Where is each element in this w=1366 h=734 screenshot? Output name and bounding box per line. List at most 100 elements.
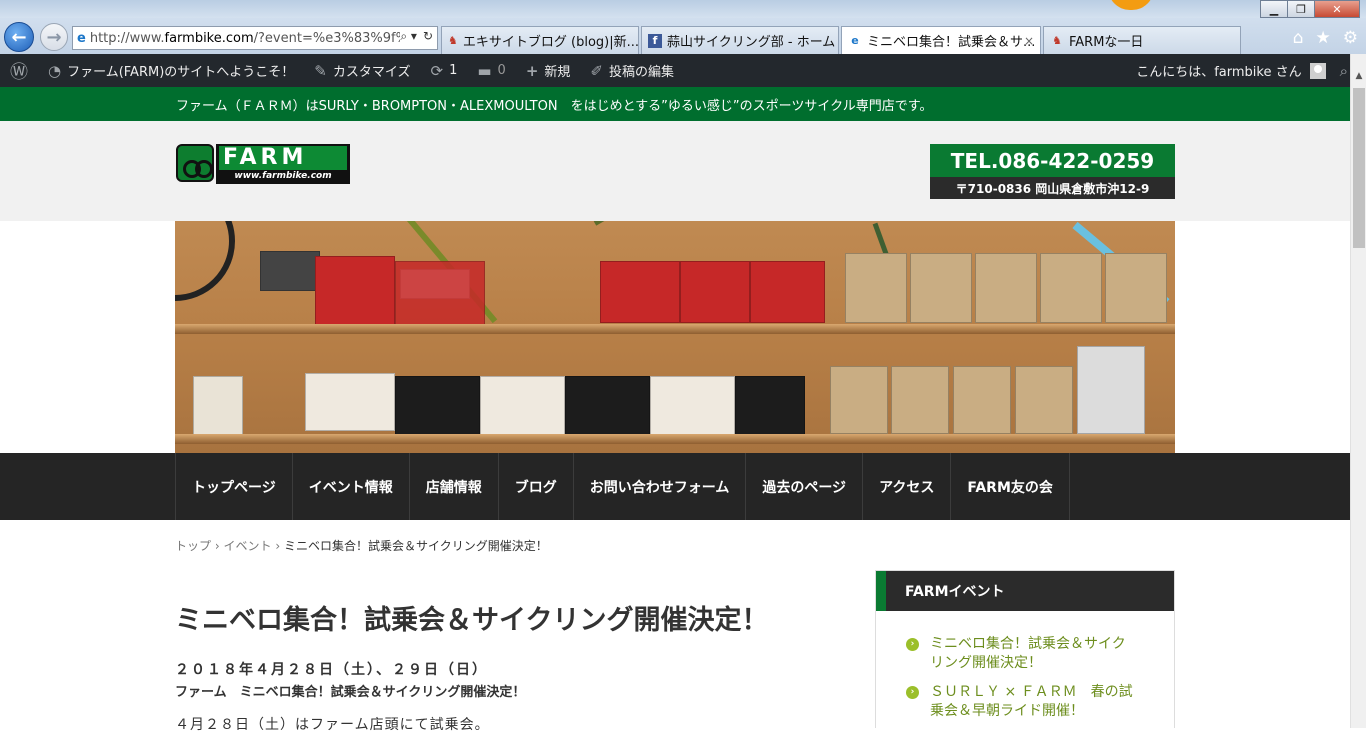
search-dropdown-icon[interactable]: ⌕ ▾ xyxy=(400,29,417,44)
excite-icon: ♞ xyxy=(1052,34,1062,47)
back-arrow-icon: ← xyxy=(11,26,27,48)
tab-label: 蒜山サイクリング部 - ホーム xyxy=(667,35,836,50)
url-path: /?event=%e3%83%9f% xyxy=(253,30,408,46)
greeting-label: こんにちは、farmbike さん xyxy=(1136,65,1302,80)
updates-icon: ⟳ xyxy=(430,61,444,80)
helmet-box-image xyxy=(565,376,650,436)
maximize-button[interactable]: ❐ xyxy=(1287,0,1315,18)
chevron-right-icon: › xyxy=(906,638,919,651)
customize-link[interactable]: ✎ カスタマイズ xyxy=(304,54,420,87)
breadcrumb-separator: › xyxy=(214,539,220,553)
updates-count: 1 xyxy=(449,63,458,78)
tab-current-page[interactable]: e ミニベロ集合！試乗会＆サ... × xyxy=(841,26,1041,54)
browser-chrome: ▁ ❐ ✕ ← → e http://www. farmbike.com/?eve… xyxy=(0,0,1366,54)
breadcrumb-current: ミニベロ集合！試乗会＆サイクリング開催決定！ xyxy=(283,539,548,553)
scroll-thumb[interactable] xyxy=(1353,88,1365,248)
forward-arrow-icon: → xyxy=(46,26,62,48)
contact-box: TEL.086-422-0259 〒710-0836 岡山県倉敷市沖12-9 xyxy=(930,144,1175,199)
favorites-star-icon[interactable]: ★ xyxy=(1316,28,1331,48)
nav-list: トップページ イベント情報 店舗情報 ブログ お問い合わせフォーム 過去のページ… xyxy=(175,453,1070,520)
site-header: FARM www.farmbike.com TEL.086-422-0259 〒… xyxy=(0,121,1350,221)
post-subtitle: ファーム ミニベロ集合！試乗会＆サイクリング開催決定！ xyxy=(175,685,526,700)
post-body-text: ４月２８日（土）はファーム店頭にて試乗会。 xyxy=(175,717,490,733)
url-prefix: http://www. xyxy=(89,30,165,46)
nav-item-events[interactable]: イベント情報 xyxy=(291,453,409,520)
widget-item-label: ミニベロ集合！試乗会＆サイクリング開催決定！ xyxy=(930,636,1126,671)
nav-item-store-info[interactable]: 店舗情報 xyxy=(408,453,498,520)
minimize-button[interactable]: ▁ xyxy=(1260,0,1288,18)
wp-admin-bar: Ⓦ ◔ ファーム(FARM)のサイトへようこそ！ ✎ カスタマイズ ⟳ 1 ▬ … xyxy=(0,54,1366,87)
shoe-box-image xyxy=(1077,346,1145,434)
breadcrumb-top[interactable]: トップ xyxy=(175,539,211,553)
facebook-icon: f xyxy=(648,33,662,48)
site-tagline: ファーム（ＦＡＲＭ）はSURLY・BROMPTON・ALEXMOULTON をは… xyxy=(176,98,933,114)
tab-facebook[interactable]: f 蒜山サイクリング部 - ホーム xyxy=(641,26,839,54)
widget-list-item[interactable]: › ミニベロ集合！試乗会＆サイクリング開催決定！ xyxy=(906,635,1136,673)
url-domain: farmbike.com xyxy=(164,30,254,46)
store-address: 〒710-0836 岡山県倉敷市沖12-9 xyxy=(930,177,1175,199)
scroll-up-arrow-icon[interactable]: ▲ xyxy=(1351,67,1366,84)
comment-bubble-icon: ▬ xyxy=(477,61,492,80)
refresh-icon[interactable]: ↻ xyxy=(423,29,433,44)
cardboard-box-image xyxy=(891,366,949,434)
wooden-shelf-image xyxy=(175,324,1175,334)
widget-list-item[interactable]: › ＳＵＲＬＹ × ＦＡＲＭ 春の試乗会＆早朝ライド開催！ xyxy=(906,683,1136,721)
breadcrumb-event[interactable]: イベント xyxy=(223,539,271,553)
comments-link[interactable]: ▬ 0 xyxy=(467,54,515,87)
home-icon[interactable]: ⌂ xyxy=(1293,28,1304,48)
ie-page-icon: e xyxy=(77,30,86,46)
close-window-button[interactable]: ✕ xyxy=(1314,0,1360,18)
tab-close-icon[interactable]: × xyxy=(1024,34,1034,48)
bicycle-wheel-image xyxy=(175,221,235,301)
site-name-link[interactable]: ◔ ファーム(FARM)のサイトへようこそ！ xyxy=(38,54,304,87)
new-content-link[interactable]: + 新規 xyxy=(516,54,581,87)
account-menu[interactable]: こんにちは、farmbike さん xyxy=(1126,54,1329,87)
widget-item-label: ＳＵＲＬＹ × ＦＡＲＭ 春の試乗会＆早朝ライド開催！ xyxy=(930,684,1133,719)
hero-image xyxy=(175,221,1175,453)
helmet-box-image xyxy=(680,261,750,323)
tab-label: エキサイトブログ (blog)|新... xyxy=(462,35,639,50)
forward-button[interactable]: → xyxy=(40,23,68,51)
nav-item-top[interactable]: トップページ xyxy=(175,453,292,520)
dashboard-icon: ◔ xyxy=(48,61,62,80)
wp-logo-menu[interactable]: Ⓦ xyxy=(0,54,38,87)
post-event-date: ２０１８年４月２８日（土）、２９日（日） xyxy=(175,662,488,678)
helmet-box-image xyxy=(315,256,395,326)
cardboard-box-image xyxy=(910,253,972,323)
helmet-box-image xyxy=(395,376,480,436)
nav-item-blog[interactable]: ブログ xyxy=(497,453,573,520)
edit-post-link[interactable]: ✐ 投稿の編集 xyxy=(580,54,684,87)
poster-image xyxy=(193,376,243,436)
updates-link[interactable]: ⟳ 1 xyxy=(420,54,467,87)
page-scrollbar[interactable]: ▲ xyxy=(1350,54,1366,728)
browser-toolbar-icons: ⌂ ★ ⚙ xyxy=(1293,28,1358,48)
wordpress-icon: Ⓦ xyxy=(10,61,28,83)
site-name-label: ファーム(FARM)のサイトへようこそ！ xyxy=(67,65,295,80)
bike-frame-image xyxy=(593,221,701,226)
settings-gear-icon[interactable]: ⚙ xyxy=(1343,28,1358,48)
widget-list: › ミニベロ集合！試乗会＆サイクリング開催決定！ › ＳＵＲＬＹ × ＦＡＲＭ … xyxy=(906,635,1136,731)
helmet-box-image xyxy=(305,373,395,431)
helmet-box-image xyxy=(735,376,805,436)
tab-farm-blog[interactable]: ♞ FARMな一日 xyxy=(1043,26,1241,54)
back-button[interactable]: ← xyxy=(4,22,34,52)
pencil-icon: ✐ xyxy=(590,61,603,80)
breadcrumb-separator: › xyxy=(275,539,281,553)
nav-item-friends[interactable]: FARM友の会 xyxy=(950,453,1070,520)
new-label: 新規 xyxy=(544,65,571,80)
cardboard-box-image xyxy=(830,366,888,434)
post-title: ミニベロ集合！試乗会＆サイクリング開催決定！ xyxy=(175,605,769,636)
site-logo[interactable]: FARM www.farmbike.com xyxy=(176,144,350,184)
tab-excite-blog[interactable]: ♞ エキサイトブログ (blog)|新... xyxy=(441,26,639,54)
excite-icon: ♞ xyxy=(448,34,458,47)
address-bar[interactable]: e http://www. farmbike.com/?event=%e3%83%… xyxy=(72,26,438,50)
tab-label: ミニベロ集合！試乗会＆サ... xyxy=(867,35,1036,50)
phone-number: TEL.086-422-0259 xyxy=(930,144,1175,177)
nav-item-access[interactable]: アクセス xyxy=(862,453,950,520)
brush-icon: ✎ xyxy=(314,61,327,80)
plus-icon: + xyxy=(525,61,539,80)
nav-item-archive[interactable]: 過去のページ xyxy=(745,453,862,520)
comments-count: 0 xyxy=(497,63,506,78)
nav-item-contact[interactable]: お問い合わせフォーム xyxy=(572,453,746,520)
helmet-box-image xyxy=(650,376,735,436)
